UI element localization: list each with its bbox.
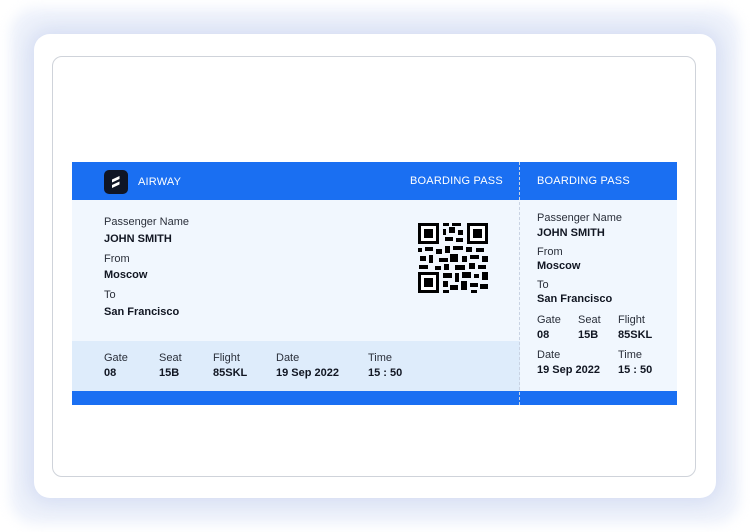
stub-passenger-name-value: JOHN SMITH <box>537 227 605 239</box>
stub-passenger-name-label: Passenger Name <box>537 212 622 224</box>
perforation-line <box>519 162 520 405</box>
from-value: Moscow <box>104 269 148 281</box>
to-label: To <box>104 289 116 301</box>
stub-boarding-pass-title: BOARDING PASS <box>537 175 630 187</box>
qr-code-icon <box>417 222 489 294</box>
stub-time-value: 15 : 50 <box>618 364 653 376</box>
to-value: San Francisco <box>104 306 180 318</box>
gate-value: 08 <box>104 367 117 379</box>
time-value: 15 : 50 <box>368 367 403 379</box>
passenger-name-value: JOHN SMITH <box>104 233 172 245</box>
stub-gate-value: 08 <box>537 329 550 341</box>
stub-date-value: 19 Sep 2022 <box>537 364 600 376</box>
stub-seat-value: 15B <box>578 329 599 341</box>
boarding-pass-ticket: AIRWAY BOARDING PASS BOARDING PASS Passe… <box>72 162 677 405</box>
passenger-name-label: Passenger Name <box>104 216 189 228</box>
stub-from-value: Moscow <box>537 260 581 272</box>
flight-info-band <box>72 341 520 391</box>
stub-to-label: To <box>537 279 549 291</box>
stub-time-label: Time <box>618 349 643 361</box>
time-label: Time <box>368 352 393 364</box>
date-value: 19 Sep 2022 <box>276 367 339 379</box>
date-label: Date <box>276 352 300 364</box>
seat-label: Seat <box>159 352 182 364</box>
stub-flight-value: 85SKL <box>618 329 653 341</box>
airway-logo-icon <box>104 170 128 194</box>
boarding-pass-title: BOARDING PASS <box>410 175 503 187</box>
stub-from-label: From <box>537 246 563 258</box>
flight-value: 85SKL <box>213 367 248 379</box>
gate-label: Gate <box>104 352 128 364</box>
flight-label: Flight <box>213 352 240 364</box>
ticket-footer-bar <box>72 391 677 405</box>
stub-gate-label: Gate <box>537 314 561 326</box>
stub-date-label: Date <box>537 349 561 361</box>
from-label: From <box>104 253 130 265</box>
seat-value: 15B <box>159 367 180 379</box>
stub-to-value: San Francisco <box>537 293 613 305</box>
stub-flight-label: Flight <box>618 314 645 326</box>
stub-seat-label: Seat <box>578 314 601 326</box>
brand-name: AIRWAY <box>138 176 182 188</box>
